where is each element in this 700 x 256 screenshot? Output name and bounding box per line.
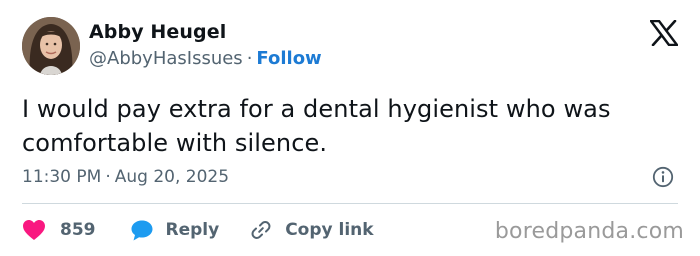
divider xyxy=(22,203,678,204)
author-handle-row: @AbbyHasIssues · Follow xyxy=(89,48,322,69)
author-name[interactable]: Abby Heugel xyxy=(89,21,226,43)
link-icon xyxy=(249,218,273,242)
timestamp-separator: · xyxy=(105,167,111,187)
like-button[interactable]: 859 xyxy=(22,219,96,241)
copy-link-label: Copy link xyxy=(285,220,374,240)
reply-label: Reply xyxy=(165,220,220,240)
watermark: boredpanda.com xyxy=(494,219,684,244)
speech-bubble-icon xyxy=(130,219,154,242)
like-count: 859 xyxy=(60,220,96,240)
x-logo-icon[interactable] xyxy=(649,19,679,47)
tweet-time: 11:30 PM xyxy=(22,167,102,187)
action-bar: 859 Reply Copy link xyxy=(22,218,374,242)
reply-button[interactable]: Reply xyxy=(130,219,220,242)
tweet-timestamp[interactable]: 11:30 PM · Aug 20, 2025 xyxy=(22,167,229,187)
avatar[interactable] xyxy=(22,17,80,75)
handle-separator: · xyxy=(246,48,253,69)
follow-button[interactable]: Follow xyxy=(256,48,321,69)
tweet-text: I would pay extra for a dental hygienist… xyxy=(22,95,611,157)
author-handle[interactable]: @AbbyHasIssues xyxy=(89,48,243,69)
heart-icon xyxy=(22,219,46,241)
tweet-date: Aug 20, 2025 xyxy=(114,167,230,187)
info-icon[interactable] xyxy=(652,166,674,188)
copy-link-button[interactable]: Copy link xyxy=(249,218,374,242)
tweet-card: Abby Heugel @AbbyHasIssues · Follow I woul… xyxy=(0,0,700,256)
